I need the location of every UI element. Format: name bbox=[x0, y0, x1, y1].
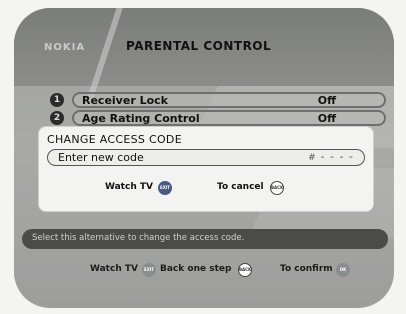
back-button-icon[interactable]: BACK bbox=[270, 181, 284, 195]
keypad-icon: # bbox=[308, 153, 317, 163]
menu-item-number: 1 bbox=[50, 93, 64, 107]
menu-item-receiver-lock[interactable]: Receiver Lock Off bbox=[72, 92, 386, 108]
menu-item-value: Off bbox=[317, 94, 336, 107]
back-button-icon[interactable]: BACK bbox=[238, 263, 252, 277]
status-bar: Select this alternative to change the ac… bbox=[22, 229, 388, 249]
tv-screen: NOKIA PARENTAL CONTROL 1 Receiver Lock O… bbox=[14, 8, 394, 308]
status-text: Select this alternative to change the ac… bbox=[32, 233, 245, 243]
header-bar: NOKIA PARENTAL CONTROL bbox=[14, 8, 394, 107]
ok-button-icon[interactable]: OK bbox=[336, 263, 350, 277]
footer-confirm-hint: To confirm bbox=[280, 264, 333, 274]
cancel-hint: To cancel bbox=[217, 182, 264, 192]
code-field-label: Enter new code bbox=[58, 151, 144, 164]
brand-logo: NOKIA bbox=[44, 42, 86, 53]
dialog-title: CHANGE ACCESS CODE bbox=[47, 133, 182, 146]
exit-button-icon[interactable]: EXIT bbox=[142, 263, 156, 277]
watch-tv-hint: Watch TV bbox=[105, 182, 153, 192]
exit-button-icon[interactable]: EXIT bbox=[158, 181, 172, 195]
code-field-value: # - - - - bbox=[308, 150, 354, 163]
code-placeholder: - - - - bbox=[320, 150, 354, 163]
change-access-code-dialog: CHANGE ACCESS CODE Enter new code # - - -… bbox=[38, 126, 374, 212]
menu-item-label: Age Rating Control bbox=[82, 112, 200, 125]
new-code-input[interactable]: Enter new code # - - - - bbox=[47, 149, 365, 166]
menu-item-number: 2 bbox=[50, 111, 64, 125]
footer-back-hint: Back one step bbox=[160, 264, 232, 274]
menu-item-age-rating-control[interactable]: Age Rating Control Off bbox=[72, 110, 386, 126]
footer-watch-tv-hint: Watch TV bbox=[90, 264, 138, 274]
page-title: PARENTAL CONTROL bbox=[126, 39, 272, 53]
menu-item-label: Receiver Lock bbox=[82, 94, 168, 107]
menu-item-value: Off bbox=[317, 112, 336, 125]
